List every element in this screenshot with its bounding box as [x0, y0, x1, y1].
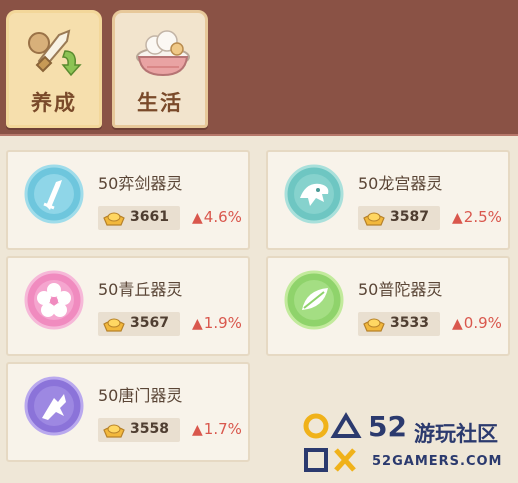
watermark-site: 52GAMERS.COM [372, 454, 503, 469]
claw-emblem-icon [24, 376, 84, 436]
up-arrow-icon: ▲ [192, 422, 203, 438]
price-pill: 3533 [358, 312, 440, 336]
sword-upgrade-icon [25, 21, 89, 81]
up-arrow-icon: ▲ [452, 210, 463, 226]
item-title: 50弈剑器灵 [98, 174, 183, 193]
tab-life[interactable]: 生活 [112, 10, 208, 128]
gold-ingot-icon [102, 420, 126, 440]
gold-ingot-icon [362, 314, 386, 334]
change-value: 1.7% [203, 420, 242, 438]
leaf-emblem-icon [284, 270, 344, 330]
change-value: 2.5% [463, 208, 502, 226]
item-card-putuo[interactable]: 50普陀器灵 3533 ▲0.9% [266, 256, 510, 356]
sword-emblem-icon [24, 164, 84, 224]
item-card-tangmen[interactable]: 50唐门器灵 3558 ▲1.7% [6, 362, 250, 462]
price-change: ▲1.9% [192, 314, 242, 332]
header-divider [0, 134, 518, 140]
item-title: 50青丘器灵 [98, 280, 183, 299]
change-value: 0.9% [463, 314, 502, 332]
item-price: 3587 [390, 209, 429, 225]
item-title: 50普陀器灵 [358, 280, 443, 299]
tab-label: 养成 [31, 90, 77, 115]
item-card-longgong[interactable]: 50龙宫器灵 3587 ▲2.5% [266, 150, 510, 250]
price-pill: 3661 [98, 206, 180, 230]
item-title: 50唐门器灵 [98, 386, 183, 405]
price-change: ▲1.7% [192, 420, 242, 438]
item-price: 3661 [130, 209, 169, 225]
tab-label: 生活 [137, 90, 183, 115]
price-change: ▲0.9% [452, 314, 502, 332]
item-card-yijian[interactable]: 50弈剑器灵 3661 ▲4.6% [6, 150, 250, 250]
item-title: 50龙宫器灵 [358, 174, 443, 193]
item-price: 3567 [130, 315, 169, 331]
watermark-number: 52 [368, 410, 407, 443]
food-bowl-icon [131, 21, 195, 81]
gold-ingot-icon [102, 208, 126, 228]
tab-cultivate[interactable]: 养成 [6, 10, 102, 128]
watermark-name: 游玩社区 [414, 422, 498, 446]
gold-ingot-icon [362, 208, 386, 228]
price-change: ▲2.5% [452, 208, 502, 226]
gamers-logo-icon [303, 412, 362, 472]
up-arrow-icon: ▲ [192, 210, 203, 226]
item-card-qingqiu[interactable]: 50青丘器灵 3567 ▲1.9% [6, 256, 250, 356]
up-arrow-icon: ▲ [452, 316, 463, 332]
dragon-emblem-icon [284, 164, 344, 224]
price-pill: 3567 [98, 312, 180, 336]
item-price: 3533 [390, 315, 429, 331]
change-value: 1.9% [203, 314, 242, 332]
flower-emblem-icon [24, 270, 84, 330]
up-arrow-icon: ▲ [192, 316, 203, 332]
item-price: 3558 [130, 421, 169, 437]
price-pill: 3558 [98, 418, 180, 442]
price-pill: 3587 [358, 206, 440, 230]
price-change: ▲4.6% [192, 208, 242, 226]
change-value: 4.6% [203, 208, 242, 226]
watermark-logo: 52 游玩社区 52GAMERS.COM [302, 410, 518, 480]
gold-ingot-icon [102, 314, 126, 334]
